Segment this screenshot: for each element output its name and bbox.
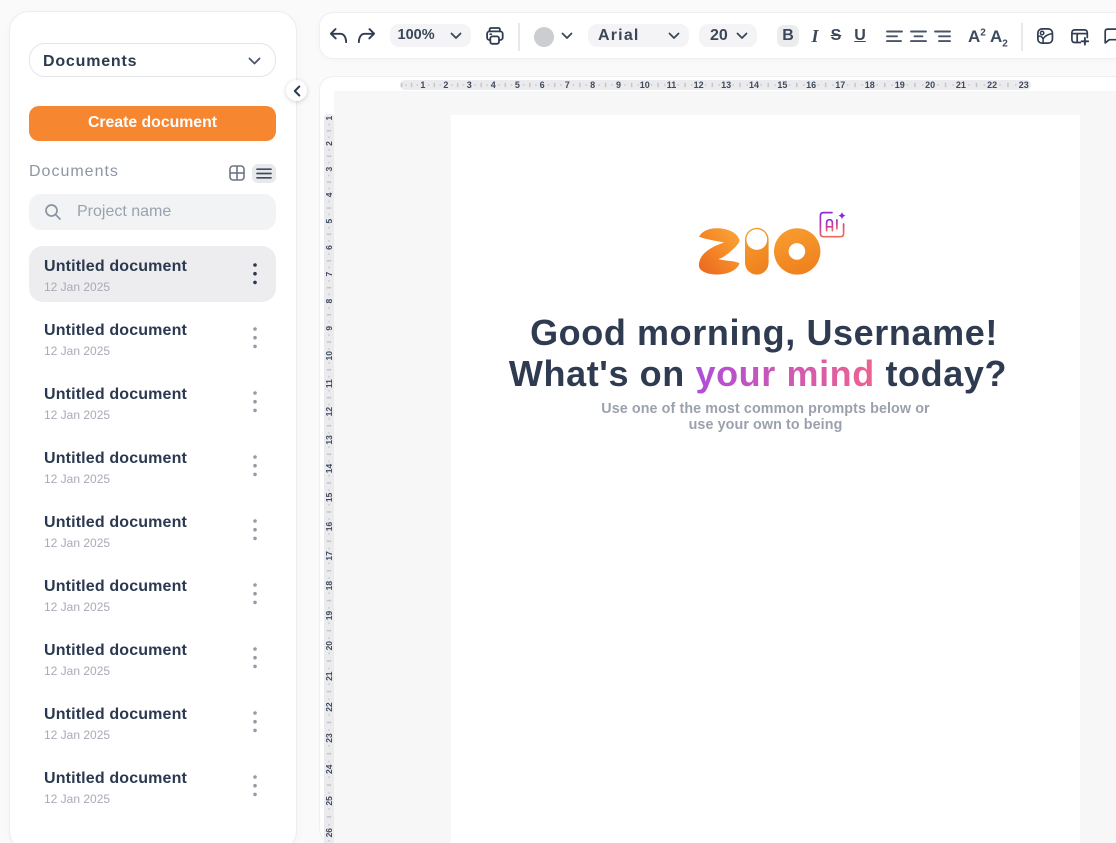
svg-text:19: 19: [324, 611, 334, 621]
svg-text:25: 25: [324, 796, 334, 806]
svg-text:17: 17: [835, 80, 845, 90]
svg-text:13: 13: [721, 80, 731, 90]
svg-text:18: 18: [865, 80, 875, 90]
svg-text:8: 8: [324, 298, 334, 303]
svg-text:2: 2: [443, 80, 448, 90]
svg-text:3: 3: [324, 166, 334, 171]
svg-text:14: 14: [749, 80, 759, 90]
svg-text:8: 8: [590, 80, 595, 90]
svg-text:6: 6: [540, 80, 545, 90]
svg-text:5: 5: [324, 218, 334, 223]
svg-text:1: 1: [324, 116, 334, 121]
svg-text:26: 26: [324, 828, 334, 838]
svg-text:3: 3: [467, 80, 472, 90]
svg-text:10: 10: [640, 80, 650, 90]
svg-text:18: 18: [324, 581, 334, 591]
svg-text:21: 21: [956, 80, 966, 90]
svg-text:4: 4: [491, 80, 496, 90]
svg-text:21: 21: [324, 671, 334, 681]
svg-text:2: 2: [324, 141, 334, 146]
svg-text:19: 19: [895, 80, 905, 90]
svg-text:22: 22: [324, 702, 334, 712]
svg-text:6: 6: [324, 245, 334, 250]
svg-text:4: 4: [324, 192, 334, 197]
svg-text:12: 12: [324, 407, 334, 417]
svg-text:7: 7: [324, 272, 334, 277]
svg-text:11: 11: [667, 80, 677, 90]
svg-text:5: 5: [515, 80, 520, 90]
svg-text:10: 10: [324, 351, 334, 361]
svg-text:14: 14: [324, 464, 334, 474]
svg-text:17: 17: [324, 551, 334, 561]
svg-text:15: 15: [324, 492, 334, 502]
svg-text:1: 1: [420, 80, 425, 90]
svg-text:20: 20: [925, 80, 935, 90]
svg-text:9: 9: [324, 326, 334, 331]
svg-text:15: 15: [777, 80, 787, 90]
svg-text:13: 13: [324, 435, 334, 445]
svg-text:16: 16: [806, 80, 816, 90]
svg-text:9: 9: [616, 80, 621, 90]
svg-text:23: 23: [324, 733, 334, 743]
svg-text:20: 20: [324, 641, 334, 651]
svg-text:23: 23: [1019, 80, 1029, 90]
svg-text:22: 22: [987, 80, 997, 90]
svg-text:7: 7: [565, 80, 570, 90]
svg-text:16: 16: [324, 522, 334, 532]
svg-text:11: 11: [324, 379, 334, 388]
svg-text:24: 24: [324, 764, 334, 774]
svg-text:12: 12: [694, 80, 704, 90]
